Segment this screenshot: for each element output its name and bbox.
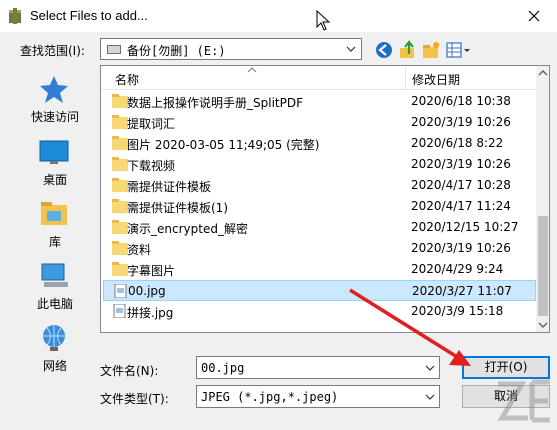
filetype-label: 文件类型(T): — [100, 392, 169, 406]
close-button[interactable] — [511, 0, 557, 32]
scroll-down-icon[interactable] — [538, 321, 548, 329]
up-folder-icon[interactable] — [398, 40, 418, 60]
scrollbar-thumb[interactable] — [538, 216, 548, 316]
file-row[interactable]: 下载视频 2020/3/19 10:26 — [103, 154, 536, 175]
chevron-down-icon[interactable] — [424, 362, 436, 374]
place-label: 此电脑 — [36, 297, 73, 311]
lookin-combo[interactable]: 备份[勿删] (E:) — [100, 38, 362, 60]
image-file-icon — [114, 284, 127, 298]
filename-value: 00.jpg — [201, 361, 245, 375]
computer-icon — [41, 263, 68, 287]
mouse-cursor-icon — [316, 10, 331, 31]
place-quick-access[interactable]: 快速访问 — [15, 70, 95, 125]
file-row[interactable]: 图片 2020-03-05 11;49;05 (完整) 2020/6/18 8:… — [103, 133, 536, 154]
file-name: 需提供证件模板(1) — [127, 201, 228, 215]
file-date: 2020/6/18 10:38 — [411, 94, 511, 108]
archive-app-icon — [9, 8, 21, 24]
column-name-label: 名称 — [115, 73, 140, 87]
desktop-icon — [39, 140, 69, 164]
file-name: 字幕图片 — [127, 264, 176, 278]
file-row[interactable]: 数据上报操作说明手册_SplitPDF 2020/6/18 10:38 — [103, 91, 536, 112]
place-label: 网络 — [42, 359, 67, 373]
back-icon[interactable] — [374, 40, 394, 60]
image-file-icon — [113, 304, 126, 318]
file-name: 资料 — [127, 243, 152, 257]
file-date: 2020/3/9 15:18 — [411, 304, 504, 318]
file-row[interactable]: 拼接.jpg 2020/3/9 15:18 — [103, 301, 536, 322]
sort-ascending-icon — [247, 67, 257, 73]
lookin-label: 查找范围(I): — [20, 44, 85, 58]
file-date: 2020/12/15 10:27 — [411, 220, 519, 234]
file-row[interactable]: 需提供证件模板 2020/4/17 10:28 — [103, 175, 536, 196]
folder-icon — [112, 199, 128, 213]
folder-icon — [112, 136, 128, 150]
new-folder-icon[interactable] — [421, 40, 441, 60]
view-menu-icon[interactable] — [445, 40, 471, 60]
file-date: 2020/4/17 10:28 — [411, 178, 511, 192]
folder-icon — [112, 262, 128, 276]
lookin-value: 备份[勿删] (E:) — [127, 44, 226, 58]
places-bar: 快速访问 桌面 库 此电脑 网络 — [15, 65, 95, 385]
column-date-label: 修改日期 — [412, 73, 461, 87]
place-label: 桌面 — [42, 173, 67, 187]
file-date: 2020/6/18 8:22 — [411, 136, 504, 150]
folder-icon — [112, 157, 128, 171]
vertical-scrollbar[interactable] — [536, 66, 549, 332]
file-name: 需提供证件模板 — [127, 180, 212, 194]
file-row[interactable]: 需提供证件模板(1) 2020/4/17 11:24 — [103, 196, 536, 217]
file-name: 图片 2020-03-05 11;49;05 (完整) — [127, 138, 320, 152]
file-name: 提取词汇 — [127, 117, 176, 131]
file-date: 2020/4/17 11:24 — [411, 199, 511, 213]
folder-icon — [112, 94, 128, 108]
file-date: 2020/4/29 9:24 — [411, 262, 504, 276]
place-label: 快速访问 — [30, 110, 79, 124]
column-date-header[interactable]: 修改日期 — [407, 66, 537, 90]
folder-icon — [112, 241, 128, 255]
filename-label: 文件名(N): — [100, 364, 159, 378]
filetype-select[interactable]: JPEG (*.jpg,*.jpeg) — [196, 385, 440, 408]
chevron-down-icon — [346, 46, 356, 52]
file-row[interactable]: 提取词汇 2020/3/19 10:26 — [103, 112, 536, 133]
drive-icon — [107, 45, 121, 54]
file-name: 演示_encrypted_解密 — [127, 222, 248, 236]
file-date: 2020/3/27 11:07 — [412, 284, 512, 298]
file-row-selected[interactable]: 00.jpg 2020/3/27 11:07 — [103, 280, 536, 301]
watermark-logo-icon — [497, 379, 550, 423]
file-list[interactable]: 名称 修改日期 数据上报操作说明手册_SplitPDF 2020/6/18 10… — [100, 65, 550, 333]
file-name: 数据上报操作说明手册_SplitPDF — [127, 96, 303, 110]
window-title: Select Files to add... — [30, 8, 148, 23]
title-bar: Select Files to add... — [0, 0, 557, 32]
file-name: 拼接.jpg — [127, 306, 174, 320]
filetype-value: JPEG (*.jpg,*.jpeg) — [201, 390, 339, 404]
chevron-down-icon[interactable] — [424, 391, 436, 403]
folder-icon — [112, 220, 128, 234]
file-row[interactable]: 演示_encrypted_解密 2020/12/15 10:27 — [103, 217, 536, 238]
place-network[interactable]: 网络 — [15, 319, 95, 374]
folder-icon — [112, 115, 128, 129]
file-name: 00.jpg — [128, 284, 166, 298]
network-icon — [43, 325, 65, 351]
place-library[interactable]: 库 — [15, 195, 95, 250]
file-name: 下载视频 — [127, 159, 176, 173]
column-name-header[interactable]: 名称 — [101, 66, 406, 90]
file-date: 2020/3/19 10:26 — [411, 115, 511, 129]
column-header: 名称 修改日期 — [101, 66, 536, 90]
place-desktop[interactable]: 桌面 — [15, 133, 95, 188]
place-this-pc[interactable]: 此电脑 — [15, 257, 95, 312]
file-row[interactable]: 资料 2020/3/19 10:26 — [103, 238, 536, 259]
file-date: 2020/3/19 10:26 — [411, 157, 511, 171]
filename-input[interactable]: 00.jpg — [196, 356, 440, 379]
file-row[interactable]: 字幕图片 2020/4/29 9:24 — [103, 259, 536, 280]
scroll-up-icon[interactable] — [538, 69, 548, 77]
file-date: 2020/3/19 10:26 — [411, 241, 511, 255]
place-label: 库 — [48, 235, 61, 249]
star-icon — [40, 76, 68, 103]
folder-icon — [112, 178, 128, 192]
library-icon — [41, 202, 67, 225]
close-icon — [528, 10, 540, 22]
